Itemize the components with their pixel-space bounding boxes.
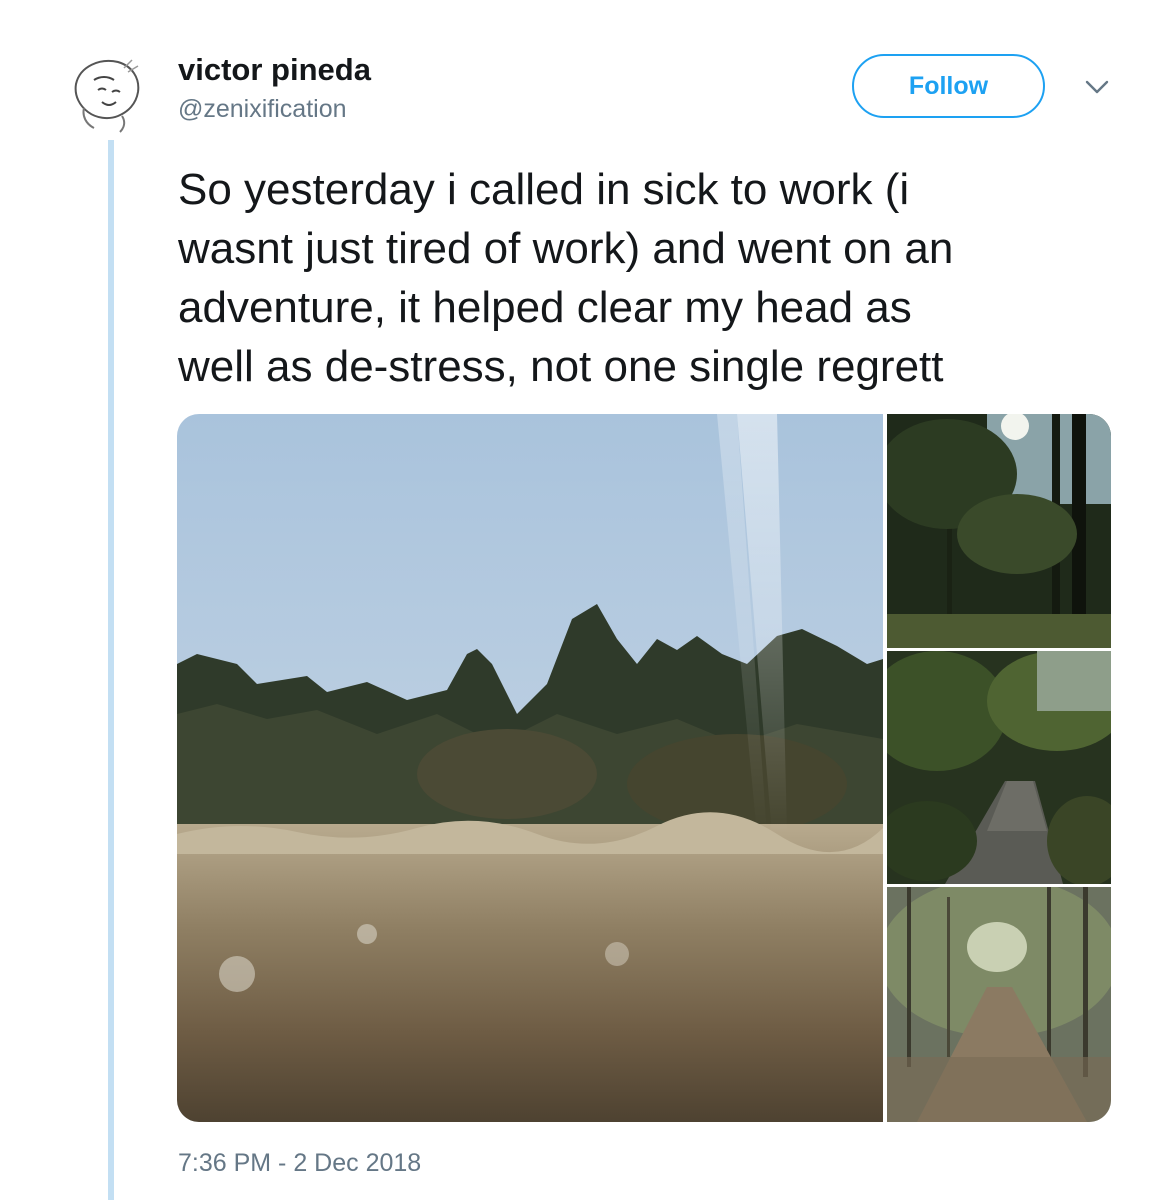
avatar[interactable] <box>62 46 152 136</box>
photo-meadow[interactable] <box>177 414 883 1122</box>
author-display-name[interactable]: victor pineda <box>178 52 371 88</box>
photo-grid <box>177 414 1111 1122</box>
tweet-text-line: So yesterday i called in sick to work (i <box>178 165 910 214</box>
author-handle[interactable]: @zenixification <box>178 95 347 124</box>
chevron-down-icon[interactable] <box>1082 76 1112 98</box>
follow-button[interactable]: Follow <box>852 54 1045 118</box>
photo-trail[interactable] <box>887 887 1111 1122</box>
tweet-text-line: wasnt just tired of work) and went on an <box>178 224 954 273</box>
tweet-text: So yesterday i called in sick to work (i… <box>178 160 1138 396</box>
tweet-timestamp[interactable]: 7:36 PM - 2 Dec 2018 <box>178 1149 421 1178</box>
tweet-text-line: adventure, it helped clear my head as <box>178 283 912 332</box>
photo-boardwalk[interactable] <box>887 651 1111 884</box>
thread-line <box>108 140 114 1200</box>
tweet-text-line: well as de-stress, not one single regret… <box>178 342 944 391</box>
photo-forest[interactable] <box>887 414 1111 648</box>
avatar-sketch-icon <box>63 47 151 135</box>
